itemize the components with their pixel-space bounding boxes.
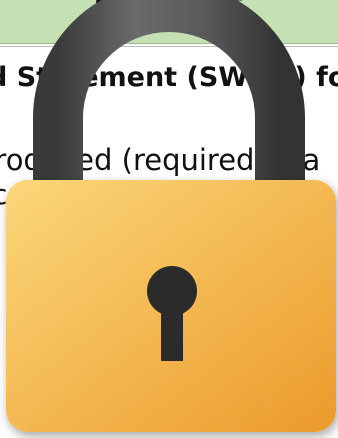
screenshot-stage: Checklist d Statement (SWMS) for Jo prod…: [0, 0, 338, 438]
padlock-icon: [6, 0, 336, 432]
lock-shackle: [33, 0, 305, 210]
